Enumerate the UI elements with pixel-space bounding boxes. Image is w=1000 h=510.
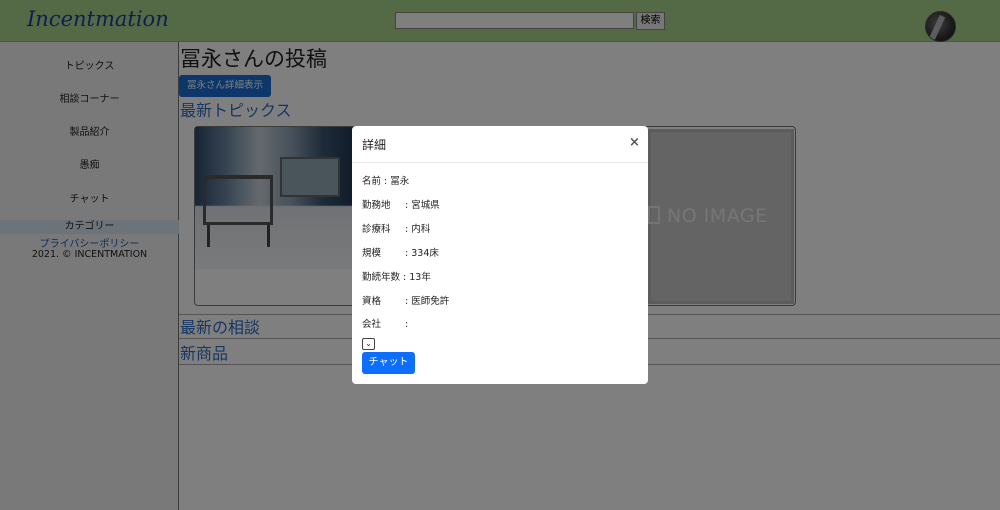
field-name: 名前 : 冨永 xyxy=(362,173,409,187)
field-value: : 冨永 xyxy=(384,176,410,187)
field-label: 勤務地 xyxy=(362,200,391,211)
field-label: 規模 xyxy=(362,248,382,259)
chat-button[interactable]: チャット xyxy=(362,352,415,374)
field-label: 診療科 xyxy=(362,224,391,235)
field-label: 勤続年数 xyxy=(362,272,401,283)
field-scale: 規模 : 334床 xyxy=(362,245,439,259)
field-company: 会社 : xyxy=(362,316,408,330)
field-label: 名前 xyxy=(362,176,382,187)
field-value: : 宮城県 xyxy=(405,200,440,211)
field-department: 診療科 : 内科 xyxy=(362,221,430,235)
field-value: : 医師免許 xyxy=(405,296,450,307)
field-label: 資格 xyxy=(362,296,382,307)
field-value: : 内科 xyxy=(405,224,431,235)
field-value: : xyxy=(405,319,409,330)
detail-modal: 詳細 × 名前 : 冨永 勤務地 : 宮城県 診療科 : 内科 規模 : 334… xyxy=(352,126,648,384)
field-value: : 13年 xyxy=(403,272,431,283)
company-select[interactable]: ⌄ xyxy=(362,338,375,350)
modal-divider xyxy=(352,162,648,163)
modal-title: 詳細 xyxy=(362,138,387,152)
field-years: 勤続年数 : 13年 xyxy=(362,269,431,283)
close-icon[interactable]: × xyxy=(629,135,640,150)
field-value: : 334床 xyxy=(405,248,439,259)
field-workplace: 勤務地 : 宮城県 xyxy=(362,197,440,211)
field-license: 資格 : 医師免許 xyxy=(362,293,449,307)
field-label: 会社 xyxy=(362,319,382,330)
